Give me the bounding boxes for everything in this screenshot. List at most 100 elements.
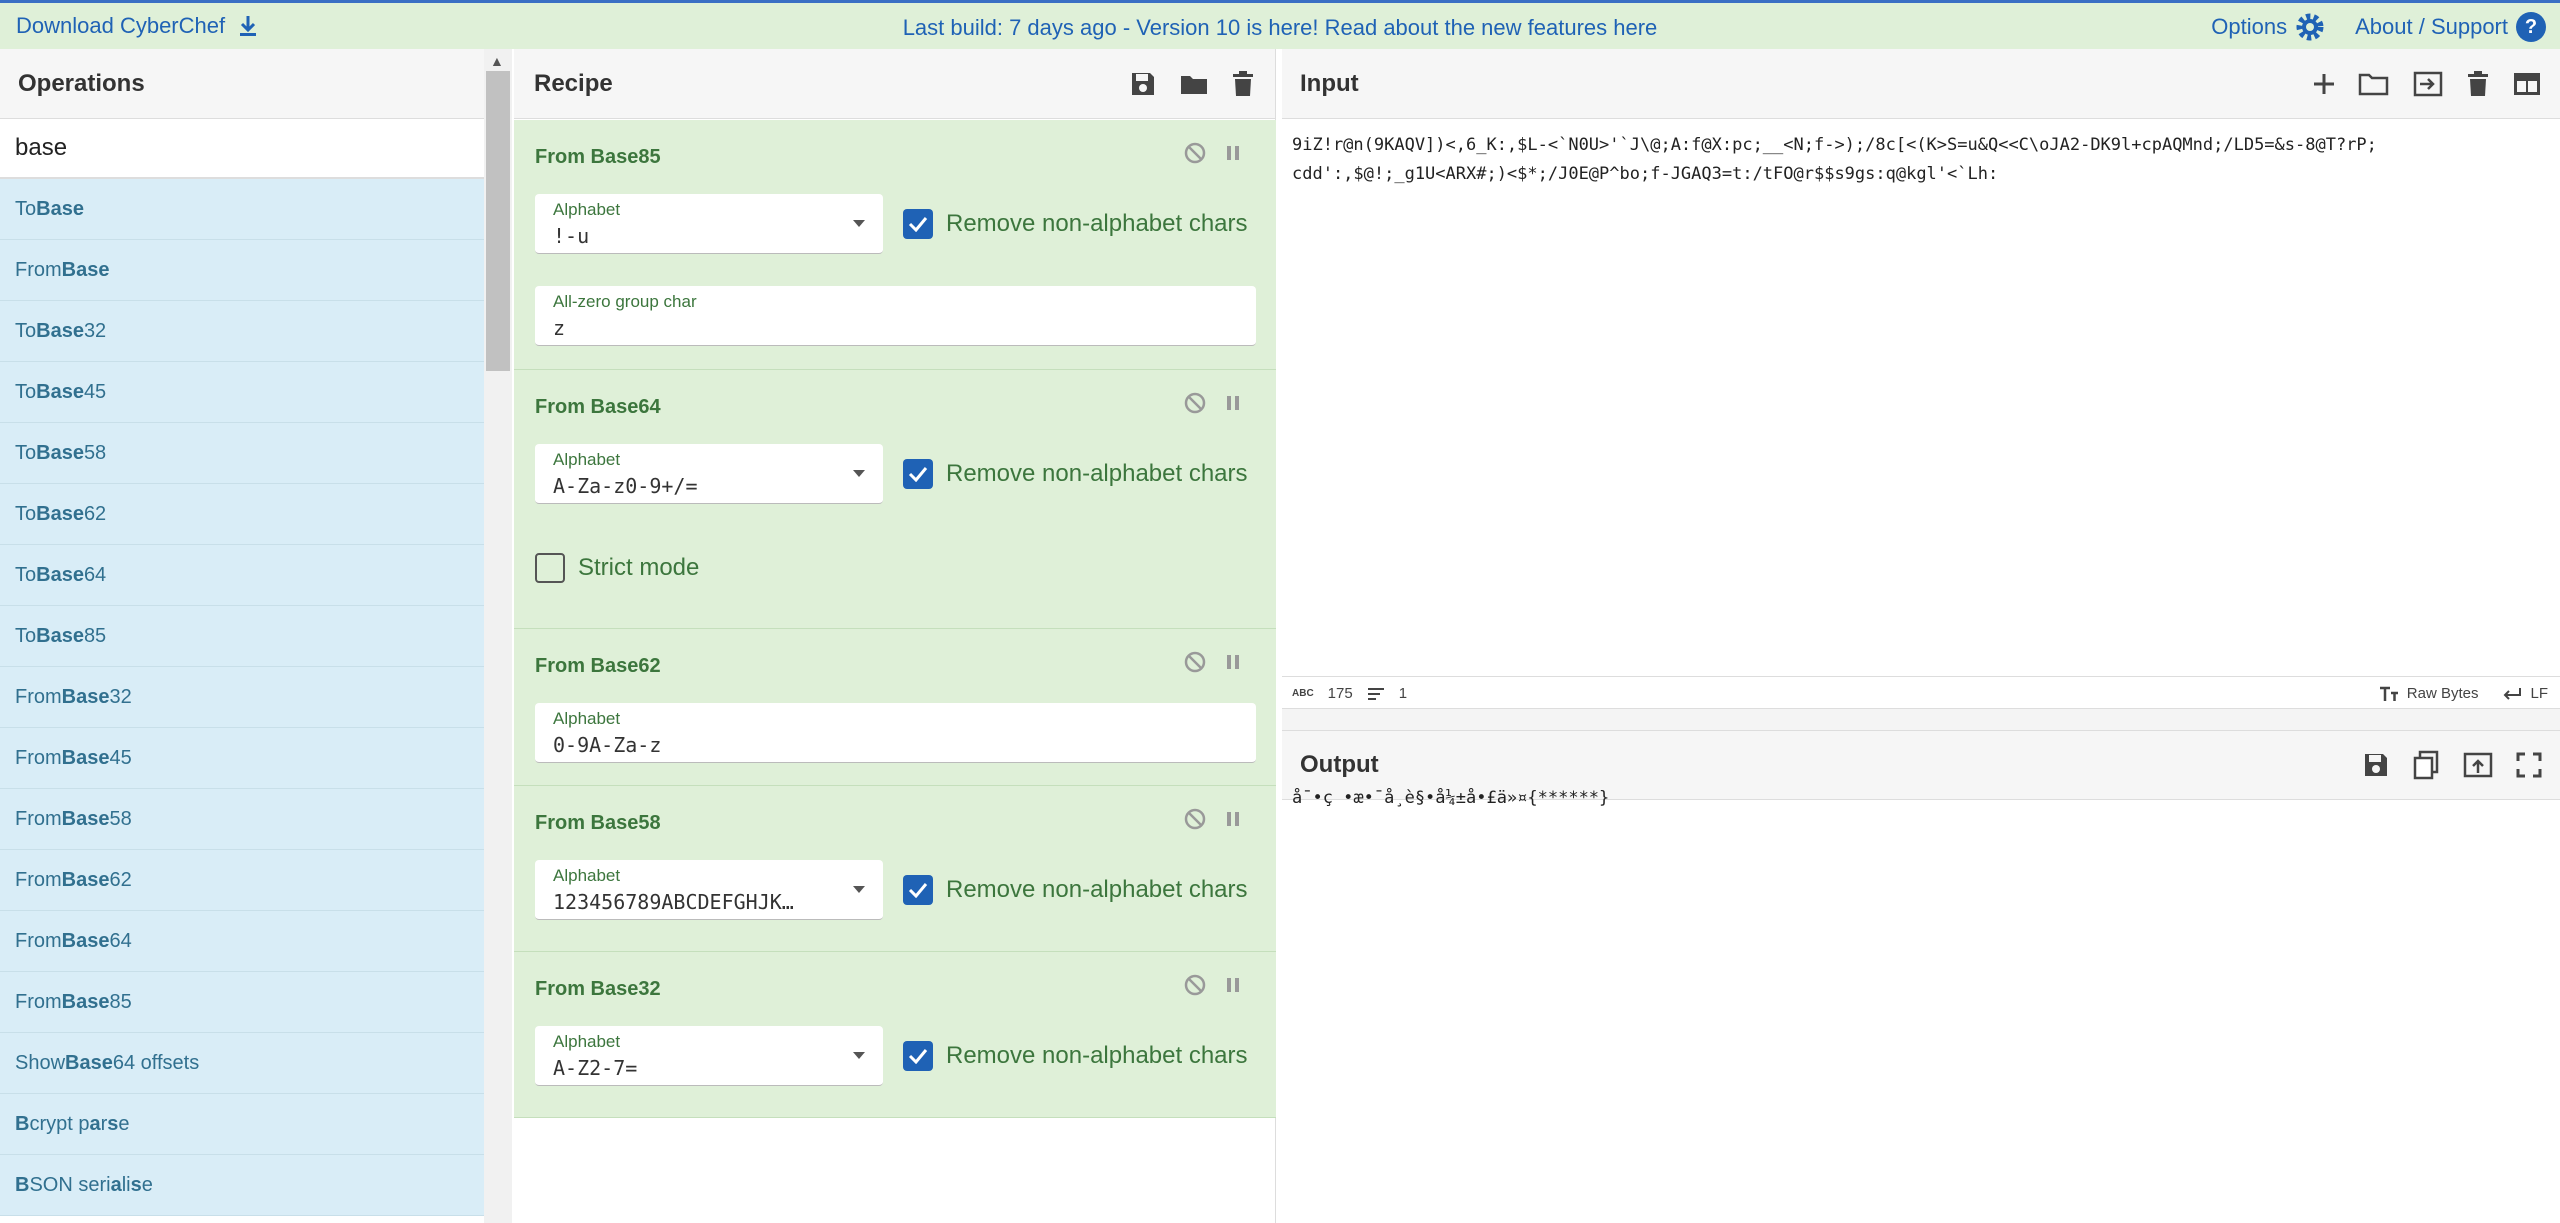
operation-text: To xyxy=(15,197,37,220)
remove-non-alphabet-checkbox[interactable]: Remove non-alphabet chars xyxy=(903,1041,1248,1071)
operation-item[interactable]: Show Base 64 offsets xyxy=(0,1033,484,1094)
copy-icon[interactable] xyxy=(2412,750,2440,780)
operation-item[interactable]: Bcrypt parse xyxy=(0,1094,484,1155)
alphabet-select[interactable]: Alphabet 123456789ABCDEFGHJK… xyxy=(535,860,883,920)
operation-item[interactable]: To Base 45 xyxy=(0,362,484,423)
alphabet-select[interactable]: Alphabet !-u xyxy=(535,194,883,254)
operation-item[interactable]: To Base 85 xyxy=(0,606,484,667)
trash-icon[interactable] xyxy=(1231,70,1255,98)
disable-icon[interactable] xyxy=(1184,808,1206,830)
input-panel: Input 9iZ!r@n(9KAQV])<,6_K:,$L-<`N0U>'`J… xyxy=(1282,49,2560,709)
add-tab-icon[interactable] xyxy=(2312,72,2336,96)
operation-match: Base xyxy=(36,197,84,220)
pane-resize-handle[interactable] xyxy=(1282,709,2560,730)
operation-item[interactable]: To Base 58 xyxy=(0,423,484,484)
download-cyberchef-link[interactable]: Download CyberChef xyxy=(16,13,259,39)
checkbox-label: Remove non-alphabet chars xyxy=(946,1042,1248,1069)
operations-title: Operations xyxy=(0,49,511,119)
chevron-down-icon xyxy=(853,220,865,227)
ingredient-from-base85: From Base85 Alphabet !-u Remove non-alph… xyxy=(514,120,1276,370)
operation-text: To xyxy=(15,441,37,464)
disable-icon[interactable] xyxy=(1184,392,1206,414)
operations-search-input[interactable]: base xyxy=(0,119,511,179)
all-zero-group-char-input[interactable]: All-zero group char z xyxy=(535,286,1256,346)
open-file-icon[interactable] xyxy=(2412,70,2444,98)
operation-item[interactable]: To Base 32 xyxy=(0,301,484,362)
output-textarea[interactable]: å¯•ç •æ•¯å¸è§•å¼±å•£ä»¤{******} xyxy=(1292,788,1609,808)
remove-non-alphabet-checkbox[interactable]: Remove non-alphabet chars xyxy=(903,209,1248,239)
remove-non-alphabet-checkbox[interactable]: Remove non-alphabet chars xyxy=(903,459,1248,489)
pause-icon[interactable] xyxy=(1226,810,1240,828)
trash-icon[interactable] xyxy=(2466,70,2490,98)
options-label[interactable]: Options xyxy=(2211,14,2287,40)
alphabet-select[interactable]: Alphabet A-Z2-7= xyxy=(535,1026,883,1086)
operation-item[interactable]: From Base 64 xyxy=(0,911,484,972)
pause-icon[interactable] xyxy=(1226,653,1240,671)
pause-icon[interactable] xyxy=(1226,976,1240,994)
options-button[interactable]: Options xyxy=(2211,12,2325,42)
operation-text: To xyxy=(15,380,37,403)
pause-icon[interactable] xyxy=(1226,394,1240,412)
checkbox-checked-icon[interactable] xyxy=(903,459,933,489)
field-label: Alphabet xyxy=(553,709,621,728)
encoding-label: Raw Bytes xyxy=(2406,685,2479,702)
pause-icon[interactable] xyxy=(1226,144,1240,162)
operation-item[interactable]: To Base xyxy=(0,179,484,240)
operation-item[interactable]: B SON seri a li s e xyxy=(0,1155,484,1216)
operation-item[interactable]: From Base 32 xyxy=(0,667,484,728)
download-label[interactable]: Download CyberChef xyxy=(16,13,225,39)
build-notice-text[interactable]: Last build: 7 days ago - Version 10 is h… xyxy=(903,15,1658,40)
operation-match: Base xyxy=(61,868,110,891)
ingredient-from-base32: From Base32 Alphabet A-Z2-7= Remove non-… xyxy=(514,952,1276,1118)
checkbox-unchecked-icon[interactable] xyxy=(535,553,565,583)
operations-scrollbar[interactable]: ▲ xyxy=(484,49,512,1223)
operation-text: From xyxy=(15,746,62,769)
operation-match: s xyxy=(107,1112,119,1135)
operation-text: To xyxy=(15,624,37,647)
operation-item[interactable]: From Base 45 xyxy=(0,728,484,789)
alphabet-input[interactable]: Alphabet 0-9A-Za-z xyxy=(535,703,1256,763)
operation-item[interactable]: From Base 62 xyxy=(0,850,484,911)
remove-non-alphabet-checkbox[interactable]: Remove non-alphabet chars xyxy=(903,875,1248,905)
checkbox-label: Strict mode xyxy=(578,554,700,581)
operation-text: 32 xyxy=(109,685,132,708)
alphabet-select[interactable]: Alphabet A-Za-z0-9+/= xyxy=(535,444,883,504)
save-icon[interactable] xyxy=(2362,751,2390,779)
layout-icon[interactable] xyxy=(2512,71,2542,97)
operation-item[interactable]: From Base 58 xyxy=(0,789,484,850)
operation-text: crypt p xyxy=(29,1112,90,1135)
operation-match: Base xyxy=(61,685,110,708)
output-panel: Output å¯•ç •æ•¯å¸è§•å¼±å•£ä»¤{******} xyxy=(1282,730,2560,1223)
field-label: Alphabet xyxy=(553,450,621,469)
lines-icon xyxy=(1367,687,1384,700)
checkbox-checked-icon[interactable] xyxy=(903,875,933,905)
operation-item[interactable]: To Base 62 xyxy=(0,484,484,545)
line-count: 1 xyxy=(1398,685,1408,702)
strict-mode-checkbox[interactable]: Strict mode xyxy=(535,553,699,583)
replace-input-icon[interactable] xyxy=(2462,751,2494,779)
operation-text: 64 offsets xyxy=(112,1051,200,1074)
operation-item[interactable]: From Base 85 xyxy=(0,972,484,1033)
fullscreen-icon[interactable] xyxy=(2516,752,2542,778)
chevron-down-icon xyxy=(853,886,865,893)
operation-text: From xyxy=(15,807,62,830)
save-icon[interactable] xyxy=(1129,70,1157,98)
scrollbar-thumb[interactable] xyxy=(486,71,510,371)
disable-icon[interactable] xyxy=(1184,974,1206,996)
encoding-selector[interactable]: Raw Bytes xyxy=(2379,685,2479,702)
about-support-button[interactable]: About / Support ? xyxy=(2355,12,2546,42)
ingredient-title: From Base62 xyxy=(535,655,661,677)
disable-icon[interactable] xyxy=(1184,142,1206,164)
operation-item[interactable]: From Base xyxy=(0,240,484,301)
checkbox-checked-icon[interactable] xyxy=(903,209,933,239)
folder-icon[interactable] xyxy=(1179,70,1209,98)
checkbox-checked-icon[interactable] xyxy=(903,1041,933,1071)
open-folder-icon[interactable] xyxy=(2358,70,2390,98)
disable-icon[interactable] xyxy=(1184,651,1206,673)
about-label[interactable]: About / Support xyxy=(2355,14,2508,40)
char-count: 175 xyxy=(1327,685,1353,702)
eol-selector[interactable]: LF xyxy=(2502,685,2548,702)
scroll-up-icon[interactable]: ▲ xyxy=(490,53,504,69)
operation-item[interactable]: To Base 64 xyxy=(0,545,484,606)
input-textarea[interactable]: 9iZ!r@n(9KAQV])<,6_K:,$L-<`N0U>'`J\@;A:f… xyxy=(1292,131,2542,189)
